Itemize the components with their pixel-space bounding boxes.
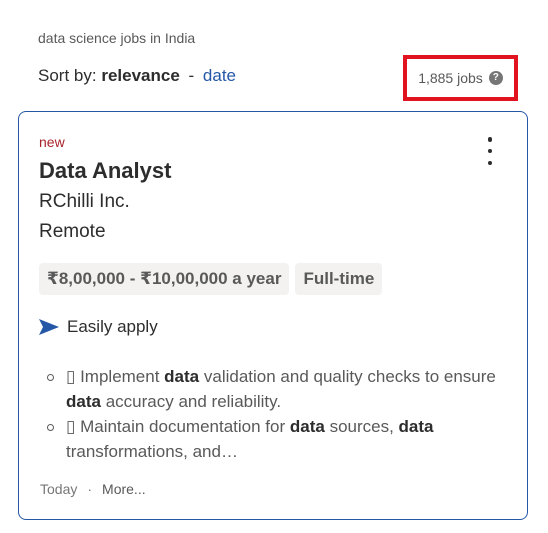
- job-count-highlight: 1,885 jobs ?: [403, 55, 518, 101]
- job-title[interactable]: Data Analyst: [39, 158, 171, 184]
- sort-prefix: Sort by:: [38, 66, 97, 85]
- kebab-dot: [487, 148, 493, 154]
- card-footer: Today · More...: [40, 481, 146, 497]
- send-arrow-icon: [39, 319, 59, 335]
- job-count: 1,885 jobs: [418, 70, 483, 86]
- job-snippet: ▯ Implement data validation and quality …: [46, 364, 516, 464]
- easy-apply: Easily apply: [39, 317, 158, 337]
- job-location: Remote: [39, 221, 106, 242]
- new-badge: new: [39, 134, 65, 150]
- sort-relevance: relevance: [101, 66, 180, 85]
- sort-controls: Sort by: relevance - date: [38, 66, 236, 86]
- sort-separator: -: [188, 66, 195, 85]
- snippet-item: ▯ Maintain documentation for data source…: [47, 414, 516, 464]
- job-card[interactable]: new Data Analyst RChilli Inc. Remote ₹8,…: [18, 111, 528, 520]
- job-type-chip: Full-time: [295, 263, 383, 295]
- help-icon[interactable]: ?: [488, 71, 503, 85]
- salary-chip: ₹8,00,000 - ₹10,00,000 a year: [39, 263, 290, 295]
- posted-date: Today: [40, 481, 78, 497]
- footer-separator: ·: [87, 481, 93, 497]
- kebab-dot: [487, 137, 493, 142]
- easy-apply-label: Easily apply: [67, 317, 158, 336]
- page: data science jobs in India Sort by: rele…: [0, 0, 548, 533]
- snippet-item: ▯ Implement data validation and quality …: [47, 364, 516, 414]
- job-attributes: ₹8,00,000 - ₹10,00,000 a year Full-time: [39, 263, 383, 295]
- search-breadcrumb: data science jobs in India: [38, 30, 196, 46]
- sort-date-link[interactable]: date: [203, 66, 236, 85]
- more-link[interactable]: More...: [102, 481, 146, 497]
- more-options-icon[interactable]: [483, 137, 497, 165]
- kebab-dot: [487, 160, 493, 165]
- company-name: RChilli Inc.: [39, 191, 130, 212]
